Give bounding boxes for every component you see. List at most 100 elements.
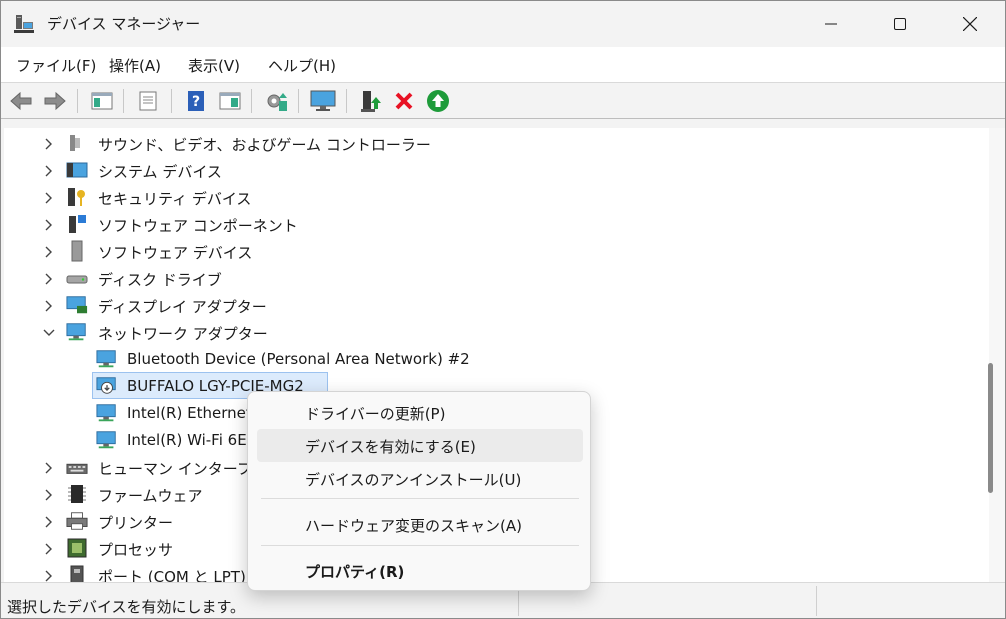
ctx-update-driver[interactable]: ドライバーの更新(P) (257, 396, 583, 429)
toolbar-separator (171, 89, 172, 113)
tree-category-display-adapter[interactable]: ディスプレイ アダプター (4, 292, 989, 319)
tree-label: プリンター (98, 514, 174, 532)
tree-label: Bluetooth Device (Personal Area Network)… (127, 350, 470, 368)
tree-label: プロセッサ (98, 541, 174, 559)
toolbar-separator (77, 89, 78, 113)
menu-file[interactable]: ファイル(F) (16, 55, 96, 76)
show-hide-tree-icon (91, 92, 113, 110)
tree-label: Intel(R) Wi-Fi 6E (127, 431, 247, 449)
disabled-network-adapter-icon (96, 375, 118, 397)
help-icon: ? (188, 91, 204, 111)
tree-label: システム デバイス (98, 163, 222, 181)
tree-label: ネットワーク アダプター (98, 325, 268, 343)
maximize-icon (894, 18, 906, 30)
monitor-button[interactable] (310, 88, 336, 114)
tree-label: ソフトウェア デバイス (98, 244, 253, 262)
scan-hardware-icon (267, 93, 287, 111)
software-component-icon (66, 213, 88, 235)
port-icon (66, 564, 88, 582)
hid-icon (66, 456, 88, 478)
forward-arrow-icon (44, 91, 66, 111)
chevron-down-icon[interactable] (42, 326, 56, 340)
view-pane-icon (219, 92, 241, 110)
ctx-label: デバイスのアンインストール(U) (305, 471, 522, 489)
enable-device-button[interactable] (425, 88, 451, 114)
uninstall-button[interactable] (391, 88, 417, 114)
ctx-scan-hardware[interactable]: ハードウェア変更のスキャン(A) (257, 508, 583, 541)
chevron-right-icon[interactable] (42, 218, 56, 232)
tree-label: ディスク ドライブ (98, 271, 222, 289)
help-button[interactable]: ? (183, 88, 209, 114)
ctx-label: プロパティ(R) (305, 563, 405, 581)
uninstall-x-icon (395, 92, 413, 110)
toolbar: ? (1, 83, 1005, 119)
tree-label: Intel(R) Ethernet (127, 404, 252, 422)
speaker-icon (66, 132, 88, 154)
chevron-right-icon[interactable] (42, 137, 56, 151)
menu-action[interactable]: 操作(A) (109, 55, 161, 76)
menu-help[interactable]: ヘルプ(H) (268, 55, 336, 76)
tree-device-bluetooth-pan[interactable]: Bluetooth Device (Personal Area Network)… (4, 346, 989, 373)
tree-category-security[interactable]: セキュリティ デバイス (4, 184, 989, 211)
close-button[interactable] (947, 1, 993, 47)
tree-category-network-adapter[interactable]: ネットワーク アダプター (4, 319, 989, 346)
tree-label: サウンド、ビデオ、およびゲーム コントローラー (98, 136, 431, 154)
toolbar-separator (298, 89, 299, 113)
properties-button[interactable] (135, 88, 161, 114)
properties-sheet-icon (139, 91, 157, 111)
menu-view[interactable]: 表示(V) (188, 55, 240, 76)
network-adapter-icon (66, 321, 88, 343)
ctx-uninstall-device[interactable]: デバイスのアンインストール(U) (257, 462, 583, 495)
chevron-right-icon[interactable] (42, 515, 56, 529)
ctx-label: ドライバーの更新(P) (305, 405, 446, 423)
chevron-right-icon[interactable] (42, 542, 56, 556)
tree-label: ポート (COM と LPT) (98, 568, 246, 582)
enable-device-icon (427, 90, 449, 112)
scan-hardware-button[interactable] (263, 88, 289, 114)
software-device-icon (66, 240, 88, 262)
minimize-button[interactable] (808, 1, 854, 47)
back-button[interactable] (8, 88, 34, 114)
network-adapter-icon (96, 402, 118, 424)
ctx-enable-device[interactable]: デバイスを有効にする(E) (257, 429, 583, 462)
update-driver-button[interactable] (358, 88, 384, 114)
chevron-right-icon[interactable] (42, 299, 56, 313)
tree-category-software-component[interactable]: ソフトウェア コンポーネント (4, 211, 989, 238)
tree-category-system[interactable]: システム デバイス (4, 157, 989, 184)
chevron-right-icon[interactable] (42, 191, 56, 205)
view-pane-button[interactable] (217, 88, 243, 114)
ctx-properties[interactable]: プロパティ(R) (257, 554, 583, 587)
back-arrow-icon (10, 91, 32, 111)
display-adapter-icon (66, 294, 88, 316)
toolbar-separator (123, 89, 124, 113)
chevron-right-icon[interactable] (42, 569, 56, 582)
chevron-right-icon[interactable] (42, 245, 56, 259)
chevron-right-icon[interactable] (42, 164, 56, 178)
ctx-separator (261, 498, 579, 499)
tree-label: ファームウェア (98, 487, 203, 505)
tree-category-sound[interactable]: サウンド、ビデオ、およびゲーム コントローラー (4, 130, 989, 157)
chevron-right-icon[interactable] (42, 272, 56, 286)
device-manager-window: デバイス マネージャー ファイル(F) 操作(A) 表示(V) ヘルプ(H) ?… (0, 0, 1006, 619)
tree-label: セキュリティ デバイス (98, 190, 252, 208)
tree-category-software-device[interactable]: ソフトウェア デバイス (4, 238, 989, 265)
tree-label: ソフトウェア コンポーネント (98, 217, 298, 235)
forward-button[interactable] (42, 88, 68, 114)
network-adapter-icon (96, 429, 118, 451)
close-icon (963, 17, 977, 31)
ctx-label: デバイスを有効にする(E) (305, 438, 476, 456)
chevron-right-icon[interactable] (42, 461, 56, 475)
title-bar: デバイス マネージャー (1, 1, 1005, 47)
update-driver-icon (361, 91, 381, 112)
maximize-button[interactable] (877, 1, 923, 47)
chevron-right-icon[interactable] (42, 488, 56, 502)
tree-category-disk-drive[interactable]: ディスク ドライブ (4, 265, 989, 292)
device-manager-app-icon (13, 13, 35, 35)
minimize-icon (825, 23, 837, 25)
menu-bar: ファイル(F) 操作(A) 表示(V) ヘルプ(H) (1, 47, 1005, 83)
monitor-icon (310, 90, 336, 111)
vertical-scrollbar[interactable] (989, 128, 1005, 582)
toolbar-separator (346, 89, 347, 113)
scrollbar-thumb[interactable] (988, 363, 993, 493)
show-hide-tree-button[interactable] (89, 88, 115, 114)
